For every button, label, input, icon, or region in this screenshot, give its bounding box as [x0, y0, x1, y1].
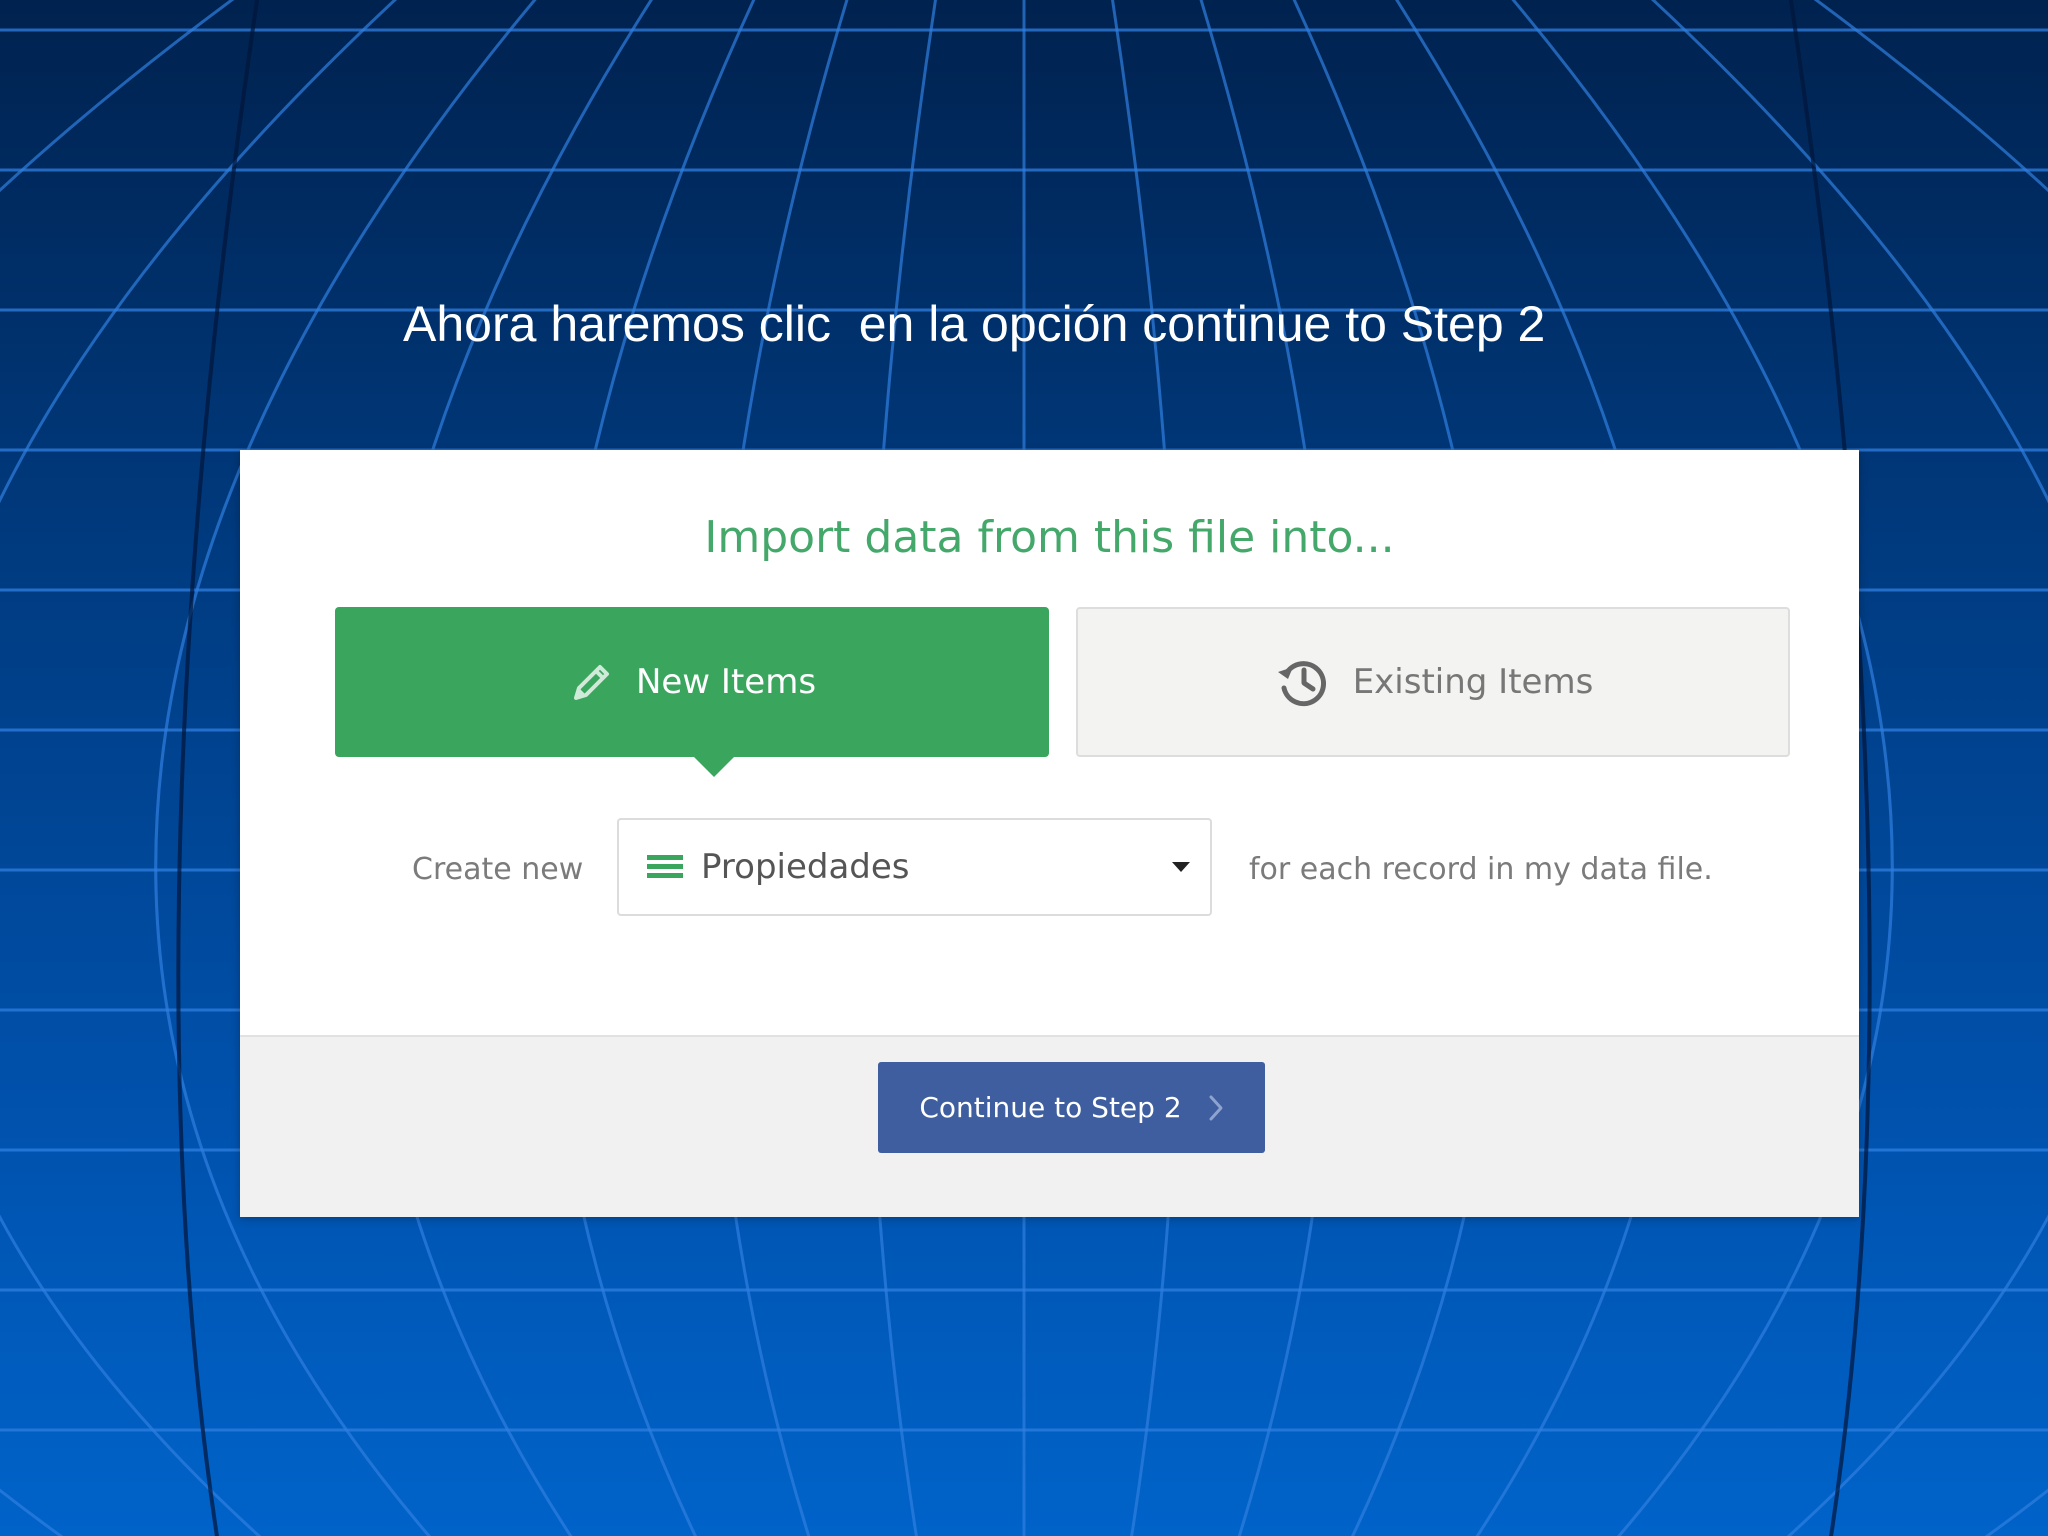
chevron-right-icon [1208, 1094, 1224, 1122]
pencil-icon [568, 658, 616, 706]
continue-button-label: Continue to Step 2 [919, 1091, 1182, 1124]
existing-items-option[interactable]: Existing Items [1076, 607, 1790, 757]
item-type-value: Propiedades [701, 847, 910, 887]
item-type-select[interactable]: Propiedades [617, 818, 1212, 916]
caret-down-icon [1172, 862, 1190, 872]
new-items-label: New Items [635, 662, 817, 702]
new-items-option[interactable]: New Items [335, 607, 1049, 777]
record-suffix-label: for each record in my data file. [1249, 852, 1713, 887]
slide-title: Ahora haremos clic en la opción continue… [403, 296, 1546, 352]
continue-to-step-2-button[interactable]: Continue to Step 2 [878, 1062, 1265, 1153]
list-icon [647, 853, 683, 881]
existing-items-label: Existing Items [1352, 662, 1594, 702]
create-new-label: Create new [412, 852, 584, 887]
import-dialog: Import data from this file into... New I… [240, 450, 1859, 1217]
dialog-heading: Import data from this file into... [704, 512, 1395, 563]
dialog-footer: Continue to Step 2 [240, 1035, 1859, 1217]
history-icon [1273, 652, 1333, 712]
